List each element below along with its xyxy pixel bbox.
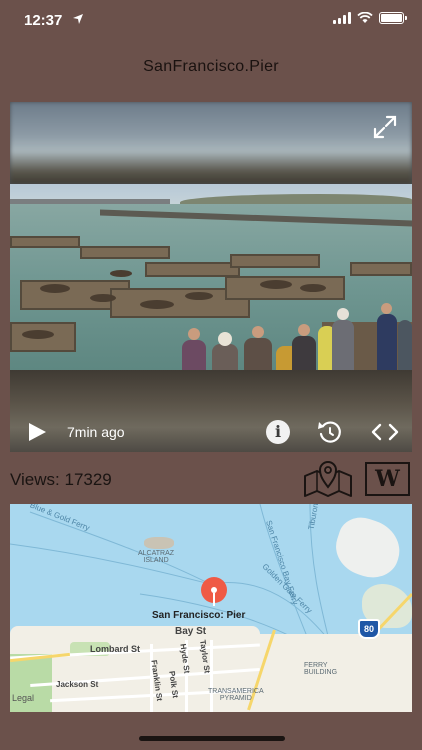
map-pin-label: San Francisco: Pier [152,610,246,621]
video-player[interactable]: 7min ago i [10,102,412,452]
status-icons [333,12,407,24]
page-title: SanFrancisco.Pier [143,58,279,75]
replay-icon[interactable] [316,418,344,446]
video-blur-top [10,102,412,184]
interstate-80-shield: 80 [358,619,380,639]
wifi-icon [357,12,373,23]
embed-code-icon[interactable] [370,420,400,444]
map-legal-link[interactable]: Legal [12,693,34,703]
map-label-bay-st: Bay St [175,626,207,637]
map-view[interactable]: Blue & Gold Ferry Tiburon ALCATRAZ ISLAN… [10,504,412,712]
wikipedia-button[interactable]: W [365,462,410,496]
views-count: Views: 17329 [10,470,112,489]
map-label-transamerica: TRANSAMERICA PYRAMID [208,688,264,702]
location-pin-icon[interactable] [198,576,230,608]
status-bar: 12:37 [0,0,422,44]
map-label-lombard-st: Lombard St [90,644,141,654]
video-frame [10,184,412,370]
video-controls: 7min ago i [10,412,412,452]
battery-icon [379,12,407,24]
info-icon[interactable]: i [266,420,290,444]
video-time-ago: 7min ago [67,424,125,440]
map-location-icon[interactable] [303,460,353,498]
map-label-alcatraz: ALCATRAZ ISLAND [138,550,175,564]
play-icon[interactable] [26,421,48,443]
fullscreen-expand-icon[interactable] [372,114,398,140]
map-label-ferry-building: FERRY BUILDING [304,662,338,676]
status-time: 12:37 [24,12,63,29]
home-indicator[interactable] [139,736,285,741]
location-arrow-icon [73,14,83,24]
map-label-jackson-st: Jackson St [56,680,99,689]
cellular-signal-icon [333,12,351,24]
